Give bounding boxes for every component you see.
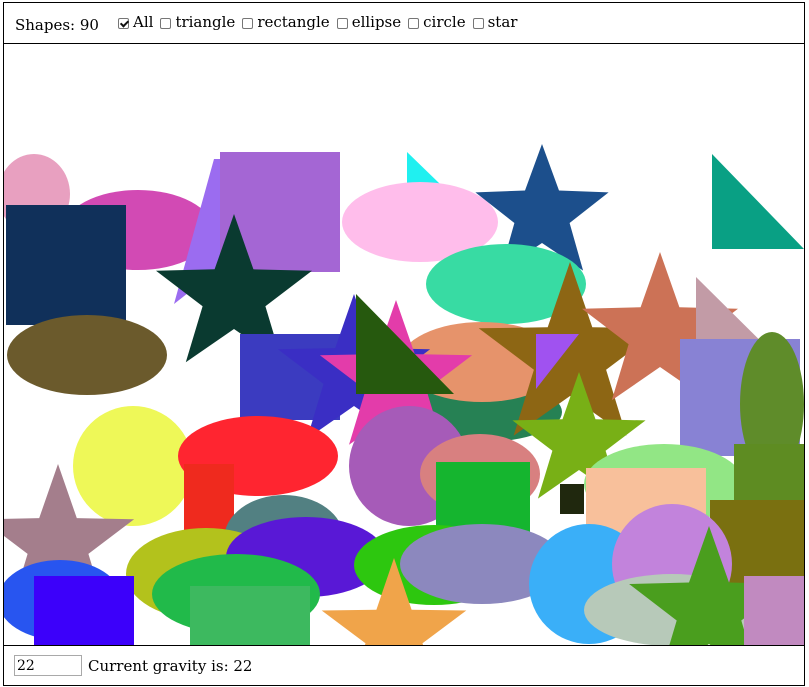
filter-star[interactable]: star xyxy=(472,13,518,31)
triangle-shape[interactable] xyxy=(407,152,440,184)
shapes-canvas[interactable] xyxy=(4,44,804,645)
filter-circle-label: circle xyxy=(423,13,466,31)
filter-ellipse[interactable]: ellipse xyxy=(336,13,401,31)
filter-all[interactable]: All xyxy=(117,13,153,31)
filter-all-label: All xyxy=(133,13,154,31)
triangle-shape[interactable] xyxy=(712,154,804,249)
shape-count: Shapes: 90 xyxy=(15,16,99,34)
filter-ellipse-label: ellipse xyxy=(351,13,402,31)
shapes-svg[interactable] xyxy=(4,44,804,645)
rectangle-shape[interactable] xyxy=(734,444,804,500)
checkbox-all[interactable] xyxy=(118,17,129,29)
checkbox-triangle[interactable] xyxy=(160,17,172,29)
gravity-label: Current gravity is: 22 xyxy=(88,657,253,675)
rectangle-shape[interactable] xyxy=(560,484,584,514)
ellipse-shape[interactable] xyxy=(7,315,167,395)
checkbox-rectangle[interactable] xyxy=(242,17,254,29)
rectangle-shape[interactable] xyxy=(190,586,310,645)
filter-triangle[interactable]: triangle xyxy=(159,13,235,31)
checkbox-circle[interactable] xyxy=(408,17,420,29)
gravity-input[interactable] xyxy=(14,655,82,676)
toolbar: Shapes: 90 All triangle rectangle ellips… xyxy=(4,3,804,44)
shape-filters: All triangle rectangle ellipse circle st… xyxy=(117,13,523,31)
checkbox-star[interactable] xyxy=(472,17,484,29)
filter-triangle-label: triangle xyxy=(175,13,236,31)
rectangle-shape[interactable] xyxy=(744,576,804,645)
filter-circle[interactable]: circle xyxy=(407,13,466,31)
rectangle-shape[interactable] xyxy=(6,205,126,325)
checkbox-ellipse[interactable] xyxy=(336,17,348,29)
circle-shape[interactable] xyxy=(73,406,193,526)
filter-rectangle[interactable]: rectangle xyxy=(241,13,330,31)
gravity-bar: Current gravity is: 22 xyxy=(4,645,804,685)
filter-star-label: star xyxy=(487,13,518,31)
filter-rectangle-label: rectangle xyxy=(257,13,330,31)
rectangle-shape[interactable] xyxy=(34,576,134,645)
